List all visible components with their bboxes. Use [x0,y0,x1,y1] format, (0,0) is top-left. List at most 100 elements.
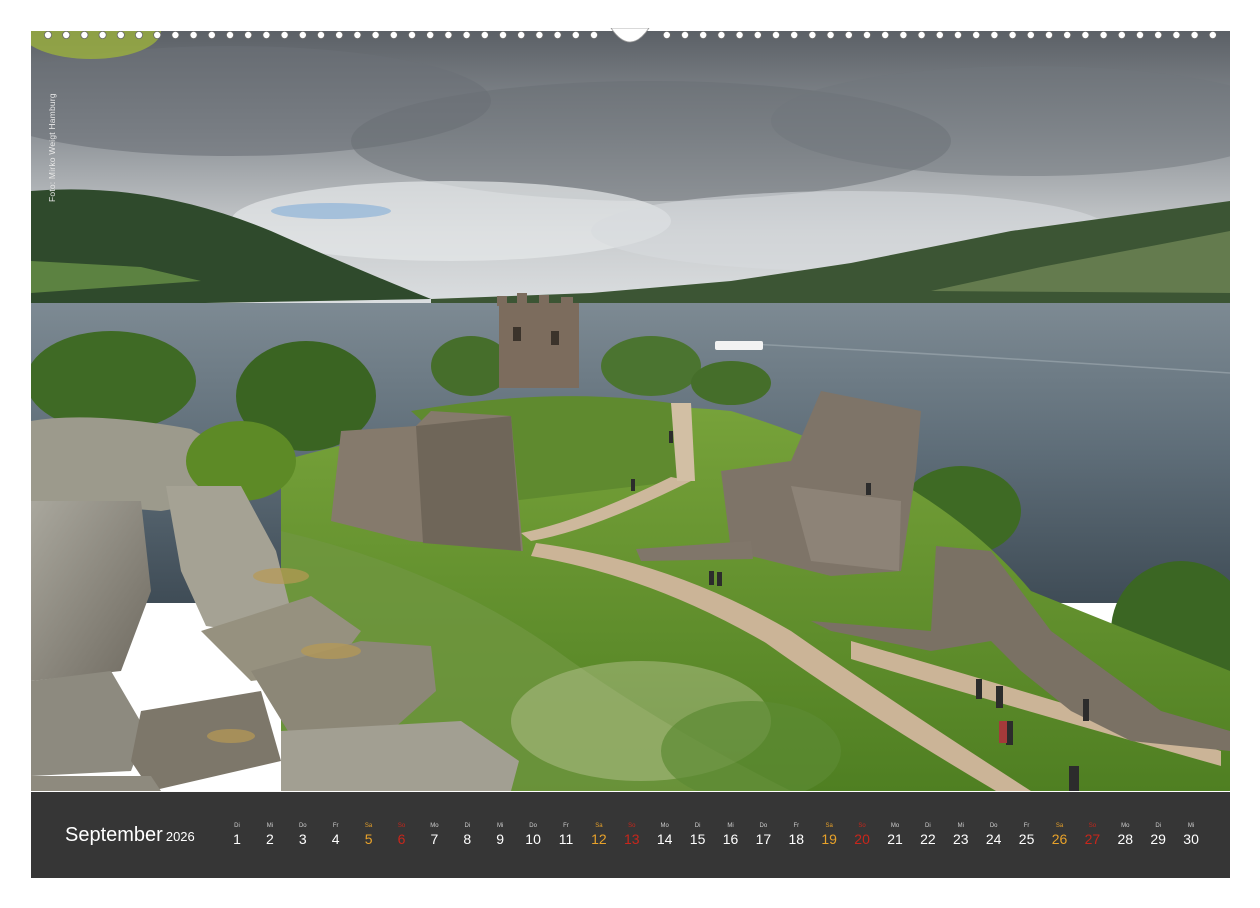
weekday-label: Fr [793,823,800,829]
calendar-page: Foto: Mirko Weigt Hamburg September 2026 … [0,0,1260,908]
day-cell: Mo 7 [417,822,451,848]
day-number: 14 [656,831,673,847]
binding-hole [407,31,416,39]
binding-hole [881,31,890,39]
day-number: 5 [364,831,373,847]
day-number: 8 [463,831,472,847]
binding-hole [98,31,107,39]
binding-hole [1172,31,1181,39]
binding-hole [135,31,144,39]
binding-hole [280,31,289,39]
binding-hole [1099,31,1108,39]
weekday-label: Di [925,823,931,829]
binding-hole [116,31,125,39]
day-number: 26 [1051,831,1068,847]
day-number: 13 [624,831,640,847]
binding-hole [954,31,963,39]
binding-hole [662,31,671,39]
day-number: 24 [985,831,1002,847]
binding-hole [553,31,562,39]
binding-hole [735,31,744,39]
binding-hole [1008,31,1017,39]
binding-hole [808,31,817,39]
binding-hole [389,31,398,39]
day-cell: Do 17 [746,822,780,848]
binding-hole [681,31,690,39]
binding-hole [990,31,999,39]
day-number: 12 [591,831,607,847]
day-cell: Di 1 [220,822,254,848]
binding-hole [1045,31,1054,39]
year-label: 2026 [165,829,195,844]
binding-hole [480,31,489,39]
month-heading: September 2026 [65,824,195,847]
hanger-notch [610,28,650,43]
weekday-label: Mi [266,823,274,829]
weekday-label: Mi [497,823,504,829]
binding-hole [335,31,344,39]
binding-hole [517,31,526,39]
day-number: 9 [496,831,505,847]
binding-hole [790,31,799,39]
binding-hole [935,31,944,39]
weekday-label: Mi [727,823,734,829]
day-number: 2 [265,831,274,847]
day-cell: Mi 23 [944,822,978,848]
binding-hole [1190,31,1199,39]
day-number: 25 [1018,831,1035,847]
weekday-label: So [397,823,406,829]
weekday-label: Mo [660,823,669,829]
weekday-label: Mo [1121,823,1130,829]
binding-hole [62,31,71,39]
binding-hole [171,31,180,39]
weekday-label: Fr [563,823,569,829]
day-number: 10 [525,831,541,847]
day-number: 23 [953,831,969,847]
day-number: 15 [689,831,706,847]
weekday-label: Mo [890,823,900,829]
day-cell: So 13 [615,822,649,848]
binding-hole [753,31,762,39]
binding-hole [826,31,835,39]
day-cell: Mi 2 [253,822,287,848]
binding-hole [972,31,981,39]
day-number: 16 [722,831,739,847]
binding-hole [863,31,872,39]
day-number: 27 [1084,831,1101,847]
binding-hole [1026,31,1035,39]
day-number: 4 [331,831,340,847]
binding-hole [80,31,89,39]
weekday-label: Sa [825,823,833,829]
weekday-label: Di [234,823,240,829]
day-cell: Mi 9 [483,822,517,848]
binding-hole [298,31,307,39]
binding-hole [1208,31,1217,39]
day-cell: Do 24 [977,822,1011,848]
binding-hole [1063,31,1072,39]
day-cell: Fr 25 [1010,822,1044,848]
day-number: 19 [821,831,837,847]
day-cell: Mi 16 [714,822,748,848]
weekday-label: Sa [595,823,603,829]
day-number: 22 [920,831,936,847]
weekday-label: Mi [957,823,964,829]
binding-hole [899,31,908,39]
day-number: 29 [1150,831,1166,847]
day-number: 30 [1183,831,1199,847]
binding-hole [590,31,599,39]
weekday-label: Di [464,823,471,829]
weekday-label: Do [298,823,307,829]
calendar-strip: September 2026 Di 1 Mi 2 Do 3 Fr 4 Sa 5 So 6 Mo 7 Di 8 Mi… [31,792,1230,878]
weekday-label: Do [759,823,768,829]
weekday-label: So [1088,823,1097,829]
weekday-label: Di [694,823,701,829]
binding-hole [353,31,362,39]
day-cell: So 6 [385,822,419,848]
binding-hole [498,31,507,39]
binding-hole [1154,31,1163,39]
weekday-label: Sa [364,823,373,829]
day-cell: Di 29 [1141,822,1175,848]
day-cell: Mo 28 [1108,822,1142,848]
day-number: 21 [887,831,903,847]
weekday-label: Do [989,823,998,829]
